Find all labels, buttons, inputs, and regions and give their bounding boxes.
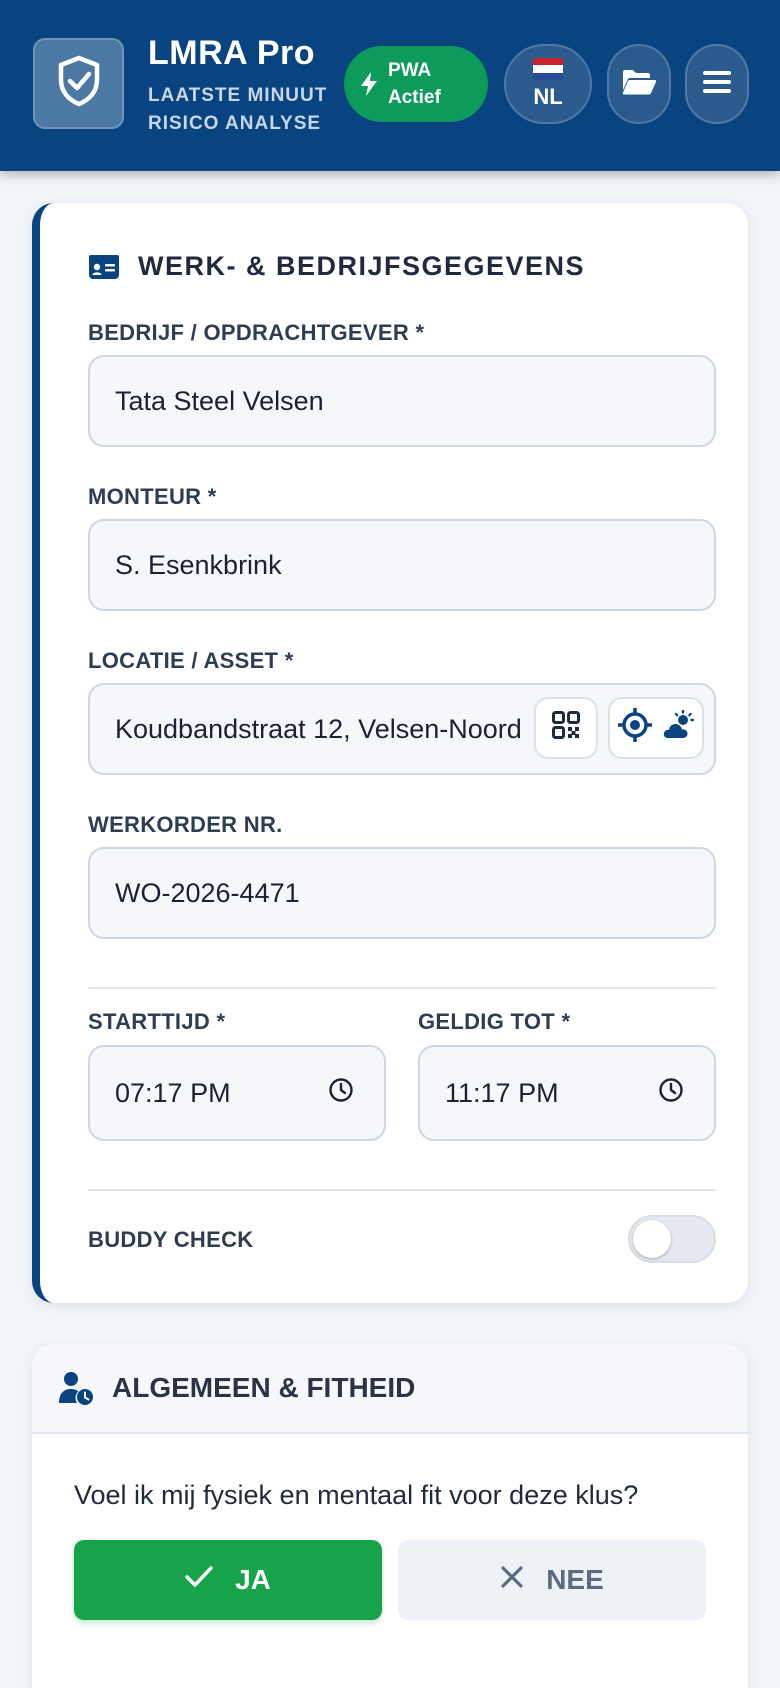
language-code: NL xyxy=(533,84,563,109)
folder-open-icon xyxy=(621,68,657,101)
cloud-sun-icon xyxy=(662,709,695,747)
gps-weather-button[interactable] xyxy=(608,697,704,759)
toggle-knob xyxy=(633,1220,671,1258)
location-value: Koudbandstraat 12, Velsen-Noord xyxy=(115,713,522,744)
work-details-card: WERK- & BEDRIJFSGEGEVENS BEDRIJF / OPDRA… xyxy=(32,203,748,1303)
buddy-check-label: BUDDY CHECK xyxy=(88,1227,254,1252)
location-actions xyxy=(534,697,704,759)
workorder-value: WO-2026-4471 xyxy=(115,877,300,908)
app-subtitle: LAATSTE MINUUT RISICO ANALYSE xyxy=(148,82,327,138)
app-header: LMRA Pro LAATSTE MINUUT RISICO ANALYSE P… xyxy=(0,0,780,171)
app-logo xyxy=(33,38,124,129)
location-label: LOCATIE / ASSET * xyxy=(88,648,294,673)
scan-qr-button[interactable] xyxy=(534,697,598,759)
mechanic-value: S. Esenkbrink xyxy=(115,549,282,580)
check-icon xyxy=(185,1564,213,1596)
no-button-label: NEE xyxy=(546,1564,604,1595)
fitness-section-header: ALGEMEEN & FITHEID xyxy=(32,1344,748,1434)
company-input[interactable]: Tata Steel Velsen xyxy=(88,355,716,447)
workorder-input[interactable]: WO-2026-4471 xyxy=(88,847,716,939)
section-divider xyxy=(88,1189,716,1191)
pwa-status: Actief xyxy=(388,87,441,108)
company-value: Tata Steel Velsen xyxy=(115,385,324,416)
bolt-icon xyxy=(360,71,378,97)
clock-icon[interactable] xyxy=(658,1077,684,1110)
pwa-status-badge: PWA Actief xyxy=(344,46,488,122)
location-input[interactable]: Koudbandstraat 12, Velsen-Noord xyxy=(88,683,716,775)
app-subtitle-line2: RISICO ANALYSE xyxy=(148,113,322,134)
work-section-title: WERK- & BEDRIJFSGEGEVENS xyxy=(88,251,585,282)
main-menu-button[interactable] xyxy=(685,44,749,124)
yes-button-label: JA xyxy=(235,1564,271,1595)
app-subtitle-line1: LAATSTE MINUUT xyxy=(148,85,328,106)
crosshair-icon xyxy=(618,707,652,749)
section-divider xyxy=(88,987,716,989)
pwa-label: PWA xyxy=(388,60,432,81)
buddy-check-toggle[interactable] xyxy=(628,1215,716,1263)
open-files-button[interactable] xyxy=(607,44,671,124)
yes-button[interactable]: JA xyxy=(74,1540,382,1620)
start-time-value: 07:17 PM xyxy=(115,1077,231,1108)
mechanic-input[interactable]: S. Esenkbrink xyxy=(88,519,716,611)
mechanic-label: MONTEUR * xyxy=(88,484,217,509)
work-section-title-text: WERK- & BEDRIJFSGEGEVENS xyxy=(138,251,586,281)
company-label: BEDRIJF / OPDRACHTGEVER * xyxy=(88,320,425,345)
valid-until-input[interactable]: 11:17 PM xyxy=(418,1045,716,1141)
qr-code-icon xyxy=(552,710,580,746)
app-title: LMRA Pro xyxy=(148,34,316,72)
clock-icon[interactable] xyxy=(328,1077,354,1110)
fitness-question: Voel ik mij fysiek en mentaal fit voor d… xyxy=(74,1480,639,1510)
valid-until-value: 11:17 PM xyxy=(445,1077,559,1108)
workorder-label: WERKORDER NR. xyxy=(88,812,283,837)
language-button[interactable]: NL xyxy=(504,44,592,124)
start-time-label: STARTTIJD * xyxy=(88,1009,226,1034)
no-button[interactable]: NEE xyxy=(398,1540,706,1620)
fitness-section-title: ALGEMEEN & FITHEID xyxy=(112,1372,416,1403)
id-card-icon xyxy=(88,254,120,280)
x-icon xyxy=(500,1564,524,1596)
flag-nl-icon xyxy=(533,58,563,80)
fitness-card: ALGEMEEN & FITHEID Voel ik mij fysiek en… xyxy=(32,1344,748,1688)
hamburger-menu-icon xyxy=(702,69,732,100)
shield-check-icon xyxy=(56,55,102,112)
valid-until-label: GELDIG TOT * xyxy=(418,1009,571,1034)
user-clock-icon xyxy=(58,1371,94,1405)
start-time-input[interactable]: 07:17 PM xyxy=(88,1045,386,1141)
